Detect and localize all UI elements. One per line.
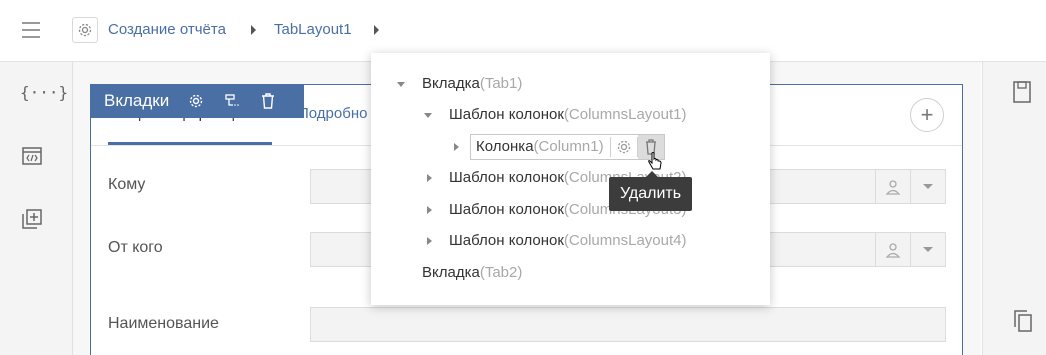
copy-icon[interactable] <box>1013 310 1033 337</box>
breadcrumb-separator-icon <box>374 25 379 35</box>
tree-node-label: Вкладка <box>422 75 480 92</box>
tree-node-label: Шаблон колонок <box>449 169 564 186</box>
field-from-user-button[interactable] <box>875 232 911 267</box>
gear-icon <box>78 23 92 37</box>
tree-node-hint: (Column1) <box>533 138 604 155</box>
add-square-icon[interactable] <box>22 209 42 234</box>
node-settings-button[interactable] <box>616 139 632 160</box>
component-structure-button[interactable] <box>219 88 245 114</box>
gear-icon <box>190 94 203 108</box>
breadcrumb-item-tablayout[interactable]: TabLayout1 <box>274 21 352 38</box>
delete-tooltip: Удалить <box>609 177 692 211</box>
tree-node-label: Колонка <box>476 138 534 155</box>
add-tab-button[interactable]: + <box>910 98 944 132</box>
chevron-down-icon <box>923 184 933 189</box>
gear-icon <box>617 140 631 154</box>
trash-icon <box>262 93 275 109</box>
tree-structure-icon <box>225 94 240 106</box>
collapse-toggle-icon[interactable] <box>454 143 459 151</box>
field-label-from: От кого <box>108 239 163 256</box>
floppy-icon[interactable] <box>1013 81 1031 108</box>
tree-node-label: Шаблон колонок <box>449 106 564 123</box>
chevron-down-icon <box>923 247 933 252</box>
tree-node-tab1[interactable]: Вкладка(Tab1) <box>422 75 522 92</box>
breadcrumb-settings-button[interactable] <box>72 17 98 43</box>
collapse-toggle-icon[interactable] <box>427 237 432 245</box>
component-settings-button[interactable] <box>183 88 209 114</box>
code-window-icon[interactable] <box>22 146 42 171</box>
user-icon <box>885 242 901 258</box>
tree-node-tab2[interactable]: Вкладка(Tab2) <box>422 264 522 281</box>
node-action-divider <box>610 137 611 157</box>
tree-node-hint: (Tab2) <box>479 264 523 281</box>
field-from-dropdown-button[interactable] <box>910 232 946 267</box>
component-toolbar: Вкладки <box>90 84 304 118</box>
expand-toggle-icon[interactable] <box>397 82 405 87</box>
tree-node-hint: (Tab1) <box>479 75 523 92</box>
tree-node-column1[interactable]: Колонка(Column1) <box>476 138 604 155</box>
component-title: Вкладки <box>104 91 170 110</box>
tree-node-layout4[interactable]: Шаблон колонок(ColumnsLayout4) <box>449 232 686 249</box>
user-icon <box>885 179 901 195</box>
expand-toggle-icon[interactable] <box>424 113 432 118</box>
hamburger-icon[interactable] <box>22 22 40 38</box>
tree-node-label: Вкладка <box>422 264 480 281</box>
tree-node-hint: (ColumnsLayout1) <box>563 106 687 123</box>
field-input-name[interactable] <box>310 307 946 342</box>
field-to-dropdown-button[interactable] <box>910 169 946 204</box>
breadcrumb-separator-icon <box>251 25 256 35</box>
tree-node-hint: (ColumnsLayout4) <box>563 232 687 249</box>
collapse-toggle-icon[interactable] <box>427 206 432 214</box>
tab-details[interactable]: Подробно <box>298 105 367 122</box>
component-delete-button[interactable] <box>255 88 281 114</box>
tree-node-layout1[interactable]: Шаблон колонок(ColumnsLayout1) <box>449 106 686 123</box>
tree-node-label: Шаблон колонок <box>449 232 564 249</box>
collapse-toggle-icon[interactable] <box>427 174 432 182</box>
tree-node-label: Шаблон колонок <box>449 201 564 218</box>
breadcrumb-item-report[interactable]: Создание отчёта <box>108 21 226 38</box>
field-to-user-button[interactable] <box>875 169 911 204</box>
node-action-divider <box>637 137 638 157</box>
field-label-name: Наименование <box>108 315 219 332</box>
active-tab-indicator <box>108 142 272 145</box>
field-label-to: Кому <box>108 176 146 193</box>
braces-icon[interactable]: {···} <box>20 83 68 102</box>
